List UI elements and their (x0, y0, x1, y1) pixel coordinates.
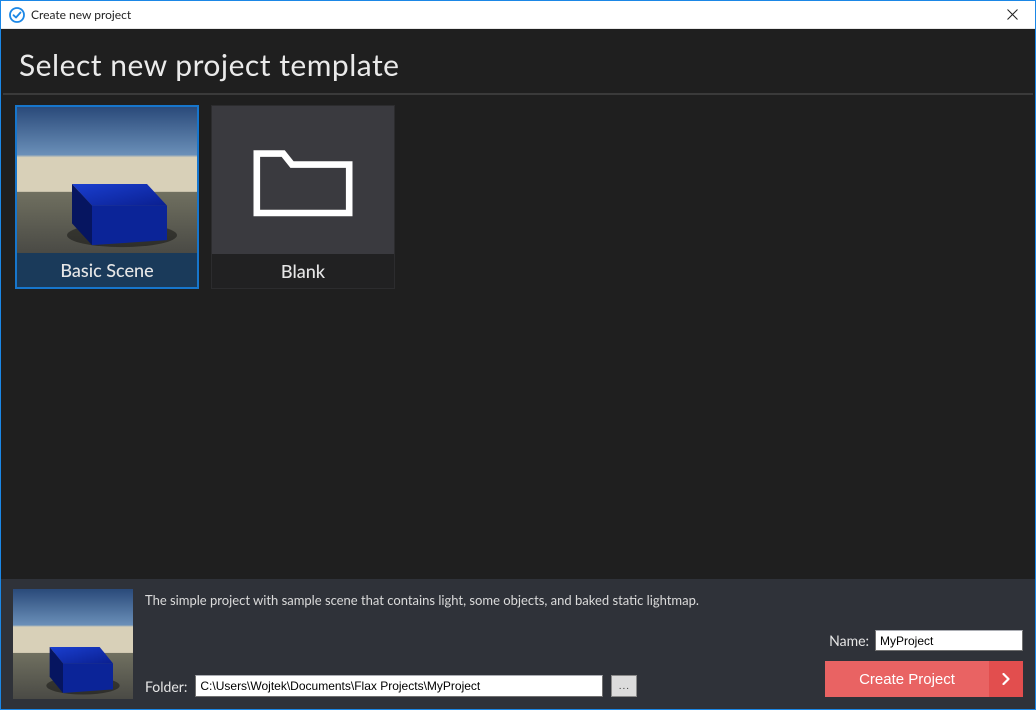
app-icon (9, 7, 25, 23)
template-thumbnail (17, 107, 197, 253)
basic-scene-icon (17, 107, 197, 253)
name-row: Name: (813, 630, 1023, 651)
dialog-content: Select new project template (1, 29, 1035, 709)
template-label: Basic Scene (17, 253, 197, 287)
page-title: Select new project template (19, 47, 1017, 83)
name-label: Name: (829, 632, 869, 649)
basic-scene-icon (13, 589, 133, 699)
folder-row: Folder: ... (145, 675, 801, 697)
create-project-button[interactable]: Create Project (825, 661, 1023, 697)
chevron-right-icon (989, 661, 1023, 697)
window-title: Create new project (31, 7, 990, 22)
dialog-window: Create new project Select new project te… (0, 0, 1036, 710)
template-tile-basic-scene[interactable]: Basic Scene (15, 105, 199, 289)
footer-panel: The simple project with sample scene tha… (1, 579, 1035, 709)
header: Select new project template (3, 29, 1033, 95)
close-icon (1007, 9, 1018, 20)
template-description: The simple project with sample scene tha… (145, 589, 705, 609)
footer-middle: The simple project with sample scene tha… (145, 589, 801, 697)
template-thumbnail (212, 106, 394, 254)
template-tile-blank[interactable]: Blank (211, 105, 395, 289)
selected-template-preview (13, 589, 133, 699)
folder-input[interactable] (195, 675, 603, 697)
project-name-input[interactable] (875, 630, 1023, 651)
template-grid: Basic Scene Blank (1, 95, 1035, 579)
template-label: Blank (212, 254, 394, 288)
create-project-label: Create Project (825, 671, 989, 688)
titlebar: Create new project (1, 1, 1035, 29)
folder-label: Folder: (145, 678, 187, 695)
folder-icon (248, 136, 358, 224)
window-close-button[interactable] (990, 1, 1035, 29)
browse-folder-button[interactable]: ... (611, 675, 637, 697)
footer-right: Name: Create Project (813, 589, 1023, 697)
